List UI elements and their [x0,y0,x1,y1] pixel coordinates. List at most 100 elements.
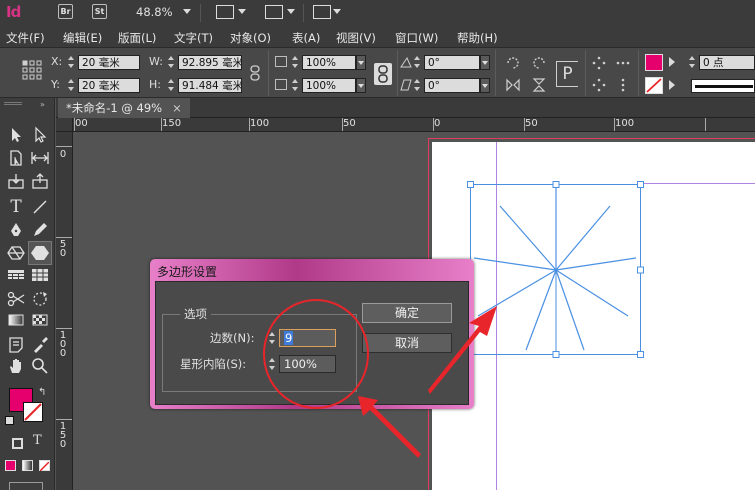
document-tab[interactable]: *未命名-1 @ 49% × [58,98,190,118]
stroke-weight-spinner[interactable] [688,55,696,70]
arrange-documents-icon[interactable] [313,5,331,19]
content-placer-tool-icon[interactable] [30,171,50,191]
note-tool-icon[interactable] [6,335,26,355]
menu-object[interactable]: 对象(O) [230,30,271,46]
stroke-color-swatch[interactable] [23,402,43,422]
screen-mode-icon[interactable] [265,5,283,19]
sides-spinner[interactable] [268,331,276,346]
scale-y-field[interactable]: 100% [302,78,356,93]
fill-swatch[interactable] [645,54,663,71]
horizontal-ruler[interactable]: 00 150 100 50 0 50 100 [73,118,755,132]
menu-help[interactable]: 帮助(H) [457,30,498,46]
menu-edit[interactable]: 编辑(E) [63,30,102,46]
screen-mode-toolbar-icon[interactable] [9,482,43,490]
rotate-ccw-icon[interactable] [531,55,547,71]
dialog-title[interactable]: 多边形设置 [157,263,217,280]
swap-fill-stroke-icon[interactable]: ↰ [38,387,46,398]
content-collector-tool-icon[interactable] [6,171,26,191]
flip-vertical-icon[interactable] [531,77,547,93]
view-options-icon[interactable] [216,5,234,19]
bridge-button[interactable]: Br [58,4,73,19]
rotate-field[interactable]: 0° [424,55,480,70]
y-field[interactable]: 20 毫米 [78,78,140,93]
constrain-proportions-icon[interactable] [248,65,262,81]
stock-button[interactable]: St [92,4,107,19]
polygon-tool-icon[interactable] [28,241,52,265]
ruler-origin[interactable] [56,118,73,132]
view-options-dropdown-icon[interactable] [238,9,246,14]
gradient-feather-tool-icon[interactable] [30,310,50,330]
gap-tool-icon[interactable] [30,148,50,168]
select-previous-icon[interactable] [616,56,630,70]
pencil-tool-icon[interactable] [30,220,50,240]
scale-x-field[interactable]: 100% [302,55,356,70]
line-tool-icon[interactable] [30,197,50,217]
apply-none-icon[interactable] [39,460,50,472]
stroke-swatch[interactable] [645,77,663,94]
stroke-arrow-icon[interactable] [669,80,675,90]
scissors-tool-icon[interactable] [6,289,26,309]
formatting-container-icon[interactable] [12,438,23,449]
constrain-scale-icon[interactable] [374,63,392,85]
star-polygon-shape[interactable] [464,178,650,360]
zoom-tool-icon[interactable] [30,356,50,376]
select-content-icon[interactable] [592,78,606,92]
menu-window[interactable]: 窗口(W) [395,30,438,46]
h-field[interactable]: 91.484 毫米 [178,78,242,93]
scale-y-spinner[interactable] [291,78,299,93]
formatting-text-icon[interactable]: T [33,433,42,448]
direct-selection-tool-icon[interactable] [30,125,50,145]
w-field[interactable]: 92.895 毫米 [178,55,242,70]
rotate-dropdown[interactable] [480,55,490,70]
screen-mode-dropdown-icon[interactable] [287,9,295,14]
menu-file[interactable]: 文件(F) [6,30,45,46]
x-field[interactable]: 20 毫米 [78,55,140,70]
star-inset-spinner[interactable] [268,357,276,372]
arrange-documents-dropdown-icon[interactable] [333,9,341,14]
default-fill-stroke-icon[interactable] [5,416,14,425]
apply-color-icon[interactable] [5,460,16,471]
reference-point-icon[interactable] [22,60,42,80]
page-tool-icon[interactable] [6,148,26,168]
scale-x-dropdown[interactable] [356,55,366,70]
fill-arrow-icon[interactable] [669,57,675,67]
apply-gradient-icon[interactable] [22,460,33,471]
stroke-weight-field[interactable]: 0 点 [699,55,755,70]
gradient-swatch-tool-icon[interactable] [6,310,26,330]
menu-view[interactable]: 视图(V) [336,30,376,46]
polygon-frame-tool-icon[interactable] [6,243,26,263]
eyedropper-tool-icon[interactable] [30,335,50,355]
rotate-spinner[interactable] [413,55,421,70]
stroke-type-preview[interactable] [691,79,755,93]
ok-button[interactable]: 确定 [362,303,452,323]
shear-field[interactable]: 0° [424,78,480,93]
w-spinner[interactable] [167,55,175,70]
cancel-button[interactable]: 取消 [362,333,452,353]
star-inset-input[interactable]: 100% [279,355,336,373]
free-transform-tool-icon[interactable] [30,289,50,309]
type-tool-icon[interactable]: T [6,197,26,217]
zoom-dropdown-icon[interactable] [183,9,191,14]
zoom-level[interactable]: 48.8% [136,5,173,19]
select-container-icon[interactable] [592,56,606,70]
pen-tool-icon[interactable] [6,220,26,240]
flip-horizontal-icon[interactable] [505,77,521,93]
x-spinner[interactable] [67,55,75,70]
menu-layout[interactable]: 版面(L) [118,30,156,46]
y-spinner[interactable] [67,78,75,93]
rotate-cw-icon[interactable] [505,55,521,71]
table-tool-icon[interactable] [6,265,26,285]
panel-collapse-icon[interactable]: » [40,100,45,109]
scale-x-spinner[interactable] [291,55,299,70]
selection-tool-icon[interactable] [6,125,26,145]
close-tab-icon[interactable]: × [172,101,182,115]
menu-type[interactable]: 文字(T) [174,30,213,46]
scale-y-dropdown[interactable] [356,78,366,93]
panel-grip-icon[interactable] [4,102,22,105]
table-select-tool-icon[interactable] [30,265,50,285]
sides-input[interactable]: 9 [279,329,336,347]
h-spinner[interactable] [167,78,175,93]
shear-spinner[interactable] [413,78,421,93]
vertical-ruler[interactable]: 0 5 0 1 0 0 1 5 0 [56,132,73,490]
menu-table[interactable]: 表(A) [292,30,320,46]
